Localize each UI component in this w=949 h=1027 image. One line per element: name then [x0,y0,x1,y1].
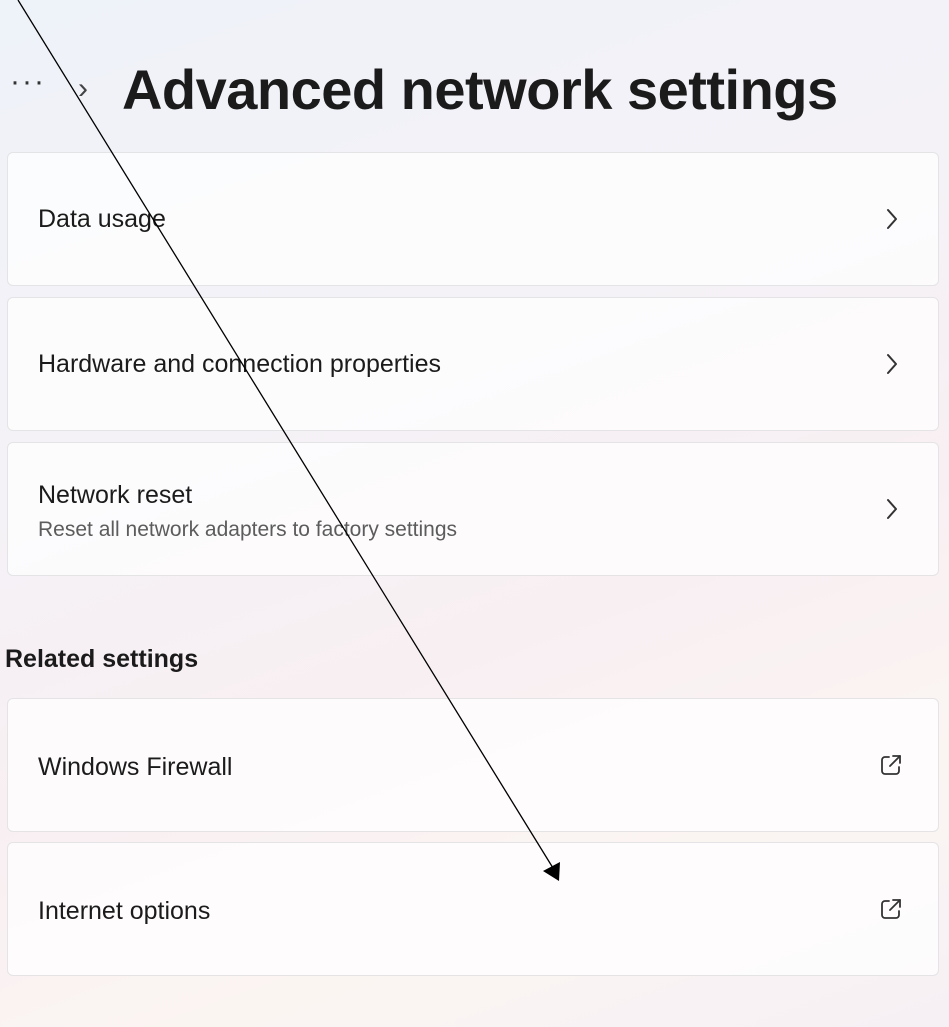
settings-item-label: Network reset [38,481,193,509]
settings-page: ··· › Advanced network settings Data usa… [0,0,949,1027]
external-link-icon [881,899,901,919]
chevron-right-icon [887,209,897,229]
settings-item-description: Reset all network adapters to factory se… [38,518,458,541]
related-item-windows-firewall[interactable]: Windows Firewall [7,698,939,832]
external-link-icon [881,755,901,775]
related-item-label: Internet options [38,897,211,925]
settings-item-data-usage[interactable]: Data usage [7,152,939,286]
settings-item-network-reset[interactable]: Network reset Reset all network adapters… [7,442,939,576]
breadcrumb: ··· › Advanced network settings [10,54,838,124]
settings-item-label: Hardware and connection properties [38,350,442,378]
related-item-internet-options[interactable]: Internet options [7,842,939,976]
chevron-right-icon [887,354,897,374]
settings-item-label: Data usage [38,205,166,233]
chevron-right-icon [887,499,897,519]
breadcrumb-separator-icon: › [77,72,88,105]
settings-item-hardware-properties[interactable]: Hardware and connection properties [7,297,939,431]
breadcrumb-overflow-button[interactable]: ··· [10,67,46,111]
related-settings-heading: Related settings [5,645,199,673]
page-title: Advanced network settings [121,57,838,121]
related-item-label: Windows Firewall [38,753,233,781]
